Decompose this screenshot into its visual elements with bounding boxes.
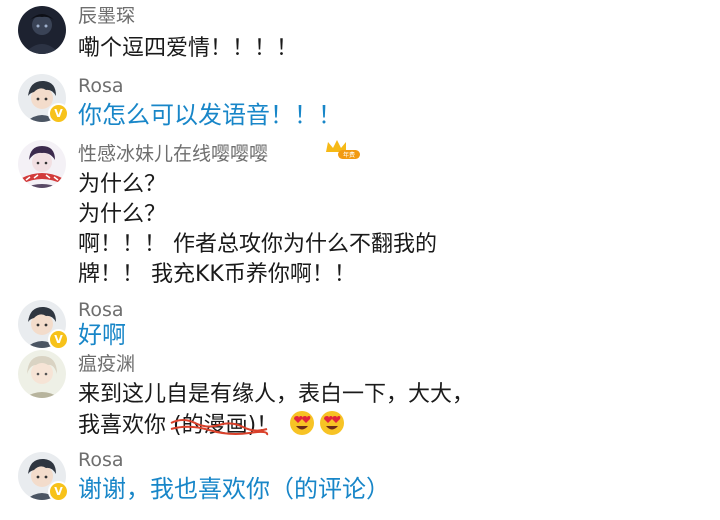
comment-line: 啊！！！ 作者总攻你为什么不翻我的 (78, 232, 437, 257)
comment-line: 为什么？ (78, 202, 167, 227)
heart-eyes-emoji (320, 411, 345, 435)
comment-line: 嘞个逗四爱情！！！！ (78, 36, 299, 61)
comment-username[interactable]: 瘟疫渊 (78, 352, 135, 376)
comment-username[interactable]: Rosa (78, 448, 124, 472)
avatar[interactable]: V (18, 74, 69, 124)
heart-eyes-emoji (290, 411, 315, 435)
comment-text: 来到这儿自是有缘人，表白一下，大大， 我喜欢你 (的漫画)！ (78, 380, 474, 440)
reply-text: 你怎么可以发语音！！！ (78, 100, 342, 130)
comment-username[interactable]: 性感冰妹儿在线嘤嘤嘤 (78, 142, 268, 166)
comment-line: 为什么？ (78, 172, 167, 197)
comment-line-suffix: ！ (256, 413, 279, 438)
comment-line: 谢谢，我也喜欢你（的评论） (78, 475, 390, 503)
comment-username[interactable]: 辰墨琛 (78, 4, 135, 28)
comment-list: 辰墨琛 嘞个逗四爱情！！！！ V Rosa 你怎么可以发语音！！！ 性感冰妹儿在… (0, 0, 720, 520)
comment-line: 你怎么可以发语音！！！ (78, 101, 342, 129)
comment-line: 牌！！ 我充KK币养你啊！！ (78, 262, 356, 287)
reply-text: 谢谢，我也喜欢你（的评论） (78, 474, 390, 504)
avatar[interactable]: V (18, 300, 69, 350)
avatar-image (18, 350, 66, 398)
comment-username[interactable]: Rosa (78, 74, 124, 98)
verified-badge: V (48, 329, 69, 350)
verified-badge: V (48, 481, 69, 502)
avatar[interactable] (18, 140, 66, 188)
comment-line: 我喜欢你 (的漫画)！ (78, 410, 474, 440)
comment-line-prefix: 我喜欢你 (78, 413, 173, 438)
verified-badge: V (48, 103, 69, 124)
comment-line: 好啊 (78, 321, 126, 349)
avatar-image (18, 140, 66, 188)
svg-text:年费: 年费 (343, 151, 355, 159)
comment-text: 为什么？ 为什么？ 啊！！！ 作者总攻你为什么不翻我的 牌！！ 我充KK币养你啊… (78, 170, 437, 290)
avatar[interactable] (18, 350, 66, 398)
comment-text: 嘞个逗四爱情！！！！ (78, 34, 298, 64)
comment-line: 来到这儿自是有缘人，表白一下，大大， (78, 382, 475, 407)
avatar-image (18, 6, 66, 54)
vip-crown-icon: 年费 (326, 140, 360, 159)
struck-text: (的漫画) (170, 411, 269, 441)
avatar[interactable]: V (18, 452, 69, 502)
avatar[interactable] (18, 6, 66, 54)
reply-text: 好啊 (78, 320, 126, 350)
struck-text-label: (的漫画) (173, 413, 257, 438)
comment-username[interactable]: Rosa (78, 298, 124, 322)
